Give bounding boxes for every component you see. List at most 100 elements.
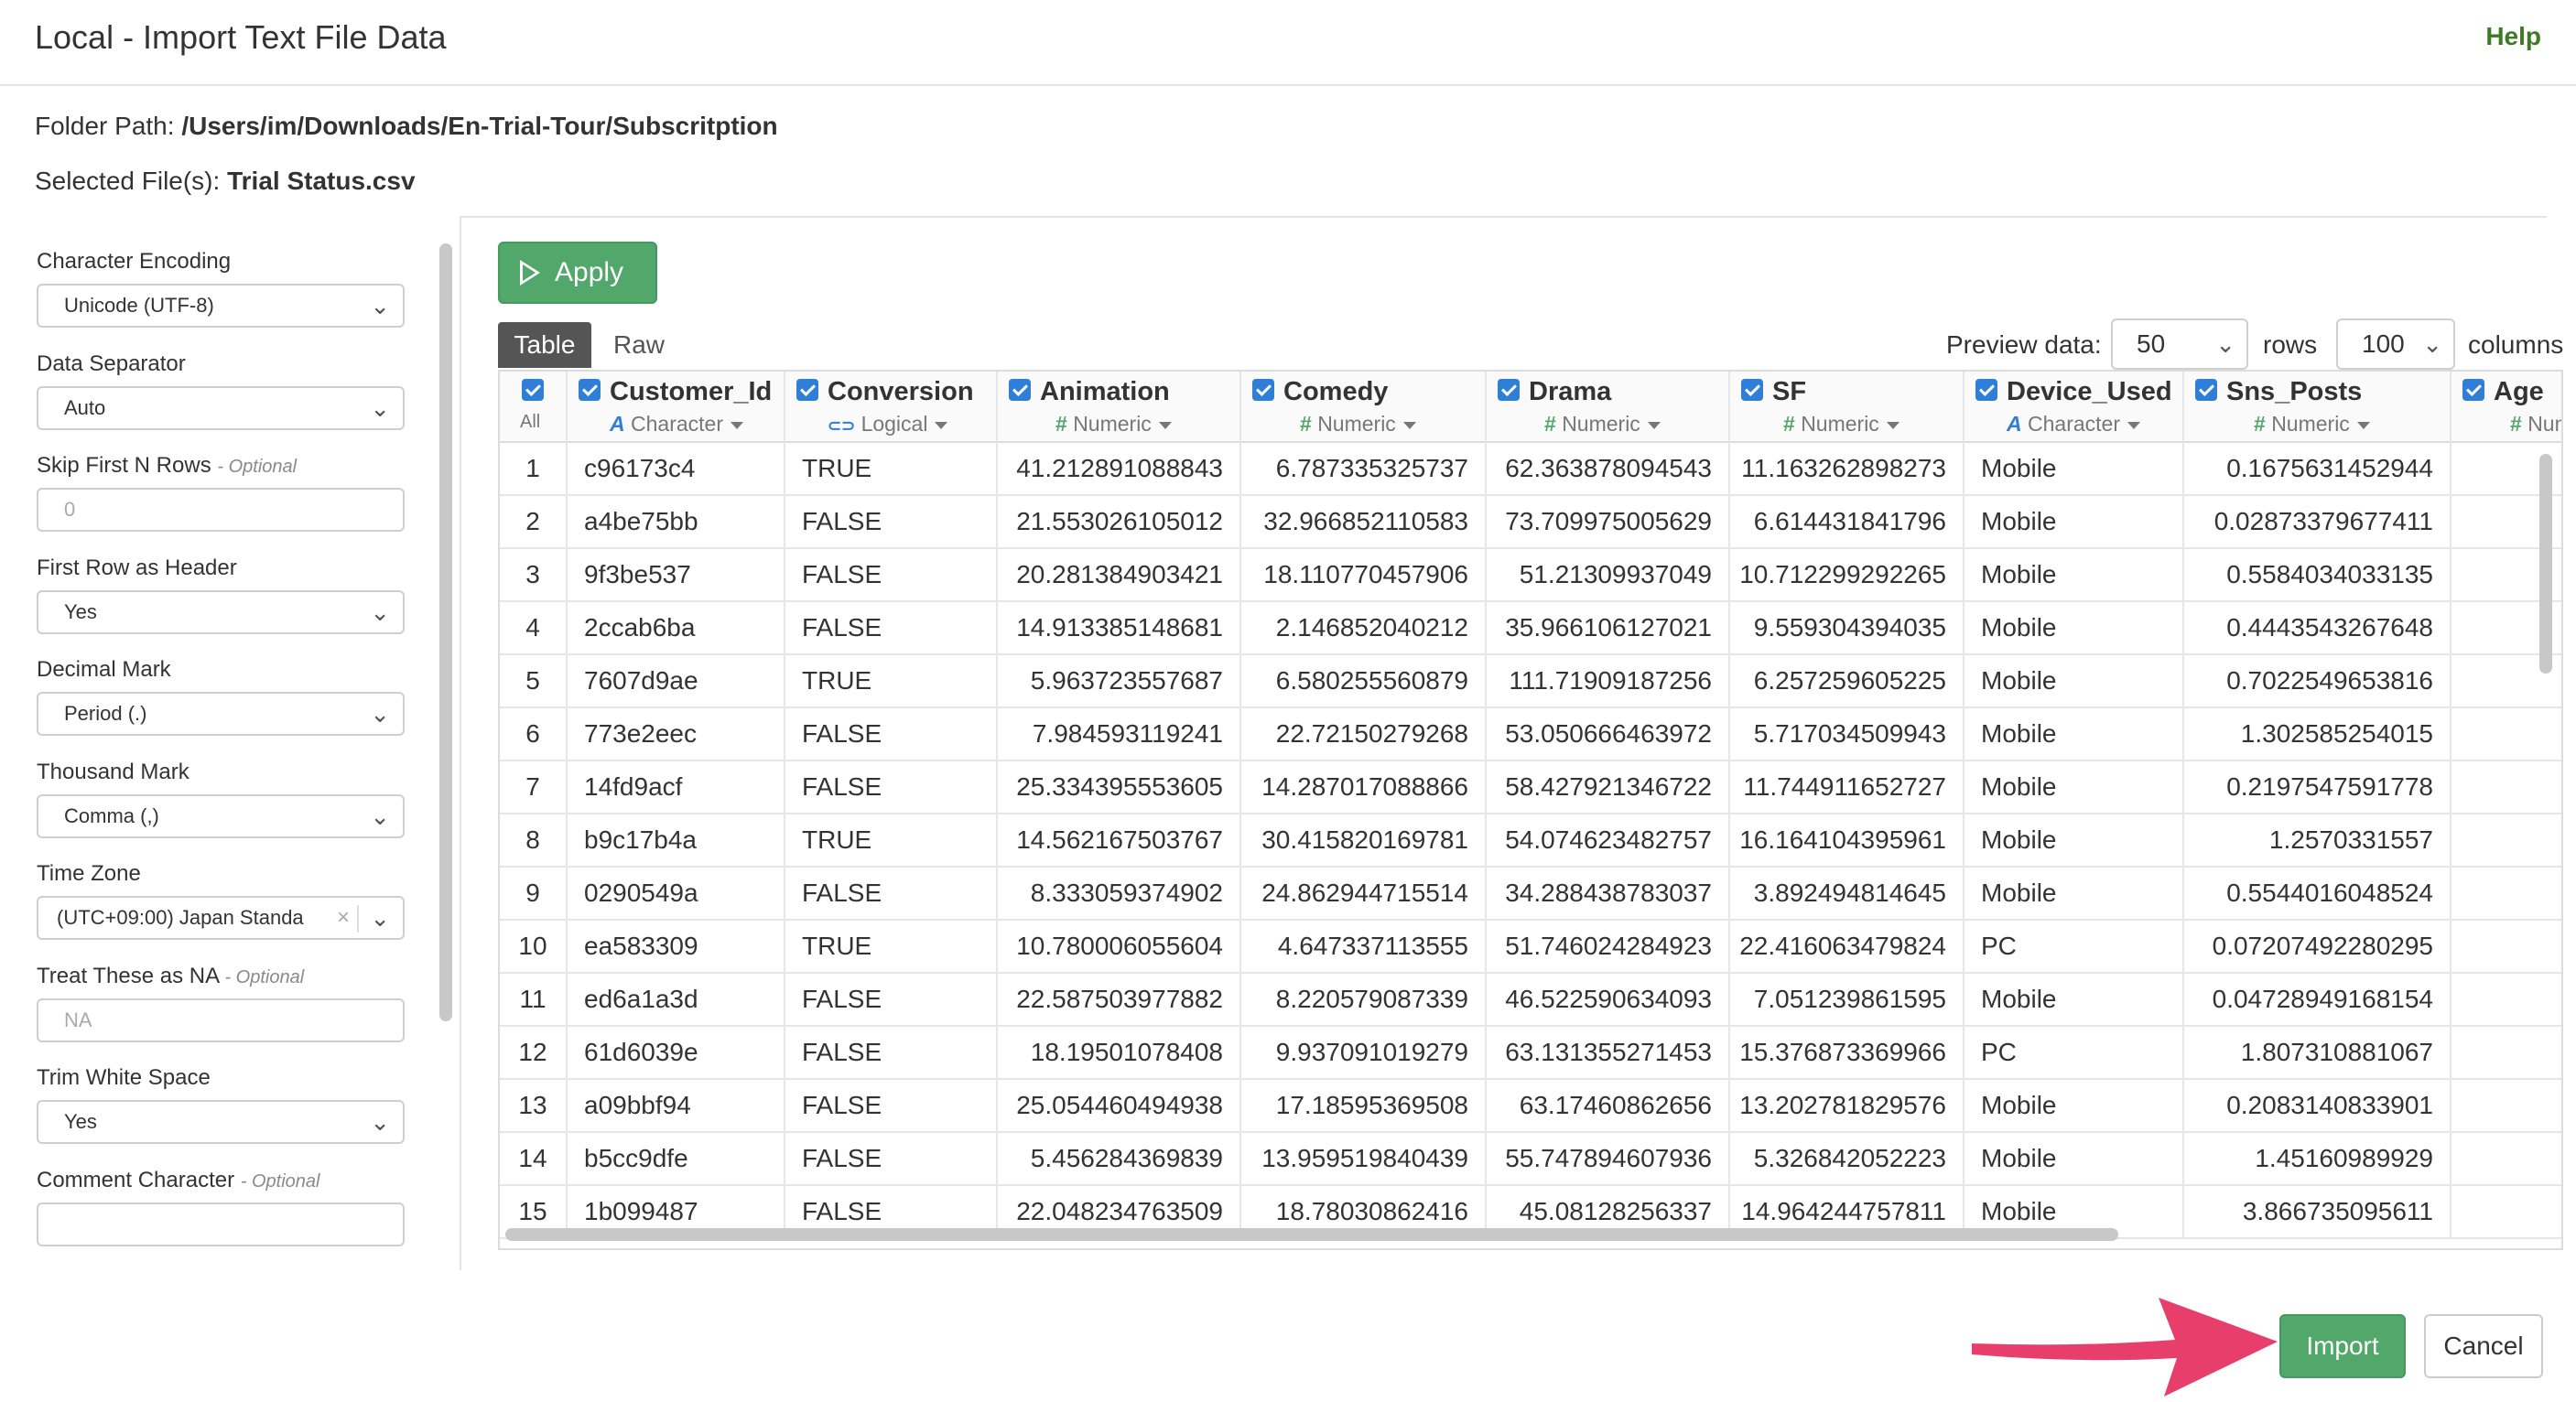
table-cell: TRUE (785, 655, 998, 706)
column-checkbox[interactable] (2462, 379, 2484, 401)
column-type-label: Character (2028, 412, 2120, 436)
table-cell: FALSE (785, 974, 998, 1025)
column-name: Sns_Posts (2226, 377, 2363, 406)
column-type-dropdown[interactable]: # Numeric (1055, 412, 1172, 437)
chevron-down-icon: ⌄ (370, 292, 390, 319)
chevron-down-icon: ⌄ (370, 394, 390, 422)
settings-scrollbar[interactable] (439, 243, 452, 1021)
column-type-dropdown[interactable]: # Numeric (1300, 412, 1416, 437)
help-link[interactable]: Help (2485, 22, 2541, 51)
column-type-dropdown[interactable]: ⊂⊃ Logical (828, 412, 948, 437)
cancel-button[interactable]: Cancel (2424, 1314, 2543, 1378)
column-type-dropdown[interactable]: # Numeric (1783, 412, 1900, 437)
table-cell: 25.334395553605 (998, 761, 1241, 813)
table-cell: 51.746024284923 (1487, 921, 1730, 972)
table-cell: 17.18595369508 (1241, 1080, 1487, 1131)
setting-select[interactable]: Auto ⌄ (37, 385, 405, 430)
column-type-dropdown[interactable]: A Character (610, 412, 743, 437)
setting-label-text: Time Zone (37, 861, 141, 886)
setting-value: Auto (64, 395, 106, 419)
clear-icon[interactable]: × (337, 898, 350, 938)
table-cell: Mobile (1964, 708, 2184, 760)
setting-input[interactable]: 0 (37, 488, 405, 532)
preview-rows-select[interactable]: 50 ⌄ (2111, 318, 2248, 370)
tab-raw[interactable]: Raw (613, 322, 665, 368)
setting-select[interactable]: Period (.) ⌄ (37, 692, 405, 736)
column-header: Sns_Posts # Numeric (2184, 372, 2452, 443)
table-cell: 16.164104395961 (1730, 814, 1964, 866)
column-checkbox[interactable] (579, 379, 601, 401)
table-row: 13 a09bbf94 FALSE 25.054460494938 17.1859536… (500, 1080, 2561, 1133)
select-all-checkbox[interactable] (522, 379, 544, 401)
table-cell: Mobile (1964, 974, 2184, 1025)
folder-path-label: Folder Path: (35, 112, 175, 140)
table-cell: 0.7022549653816 (2184, 655, 2452, 706)
table-cell: 20.281384903421 (998, 549, 1241, 600)
preview-columns-select[interactable]: 100 ⌄ (2336, 318, 2455, 370)
setting-select[interactable]: Yes ⌄ (37, 1100, 405, 1144)
table-row: 1 c96173c4 TRUE 41.212891088843 6.7873353257… (500, 443, 2561, 496)
column-checkbox[interactable] (2195, 379, 2217, 401)
dialog-header: Local - Import Text File Data Help (0, 0, 2576, 86)
column-checkbox[interactable] (1741, 379, 1763, 401)
setting-value: 0 (64, 498, 76, 521)
table-cell: Mobile (1964, 443, 2184, 494)
table-cell: 35.966106127021 (1487, 602, 1730, 653)
setting-label-text: Trim White Space (37, 1065, 211, 1090)
folder-path-value: /Users/im/Downloads/En-Trial-Tour/Subscr… (181, 112, 778, 140)
table-cell: 46.522590634093 (1487, 974, 1730, 1025)
column-type-dropdown[interactable]: # Nume (2510, 412, 2561, 437)
setting-select[interactable]: Comma (,) ⌄ (37, 793, 405, 838)
column-checkbox[interactable] (796, 379, 818, 401)
table-cell: FALSE (785, 1080, 998, 1131)
table-cell: PC (1964, 921, 2184, 972)
row-index: 8 (500, 814, 568, 866)
setting-select[interactable]: (UTC+09:00) Japan Standa × ⌄ (37, 896, 405, 940)
chevron-down-icon: ⌄ (370, 700, 390, 728)
column-header: Conversion ⊂⊃ Logical (785, 372, 998, 443)
table-cell: FALSE (785, 868, 998, 919)
column-header: Comedy # Numeric (1241, 372, 1487, 443)
horizontal-scrollbar[interactable] (505, 1228, 2118, 1241)
table-row: 4 2ccab6ba FALSE 14.913385148681 2.146852040… (500, 602, 2561, 655)
table-cell: TRUE (785, 443, 998, 494)
column-type-dropdown[interactable]: # Numeric (2254, 412, 2370, 437)
caret-down-icon (2356, 421, 2370, 429)
table-cell: 22.587503977882 (998, 974, 1241, 1025)
setting-input[interactable]: NA (37, 998, 405, 1042)
play-icon (520, 260, 540, 286)
setting-select[interactable]: Unicode (UTF-8) ⌄ (37, 284, 405, 328)
numeric-type-icon: # (1544, 412, 1556, 436)
table-cell: 9.937091019279 (1241, 1027, 1487, 1078)
table-cell: 6.787335325737 (1241, 443, 1487, 494)
table-cell: FALSE (785, 602, 998, 653)
numeric-type-icon: # (1055, 412, 1067, 436)
table-cell: 10.780006055604 (998, 921, 1241, 972)
column-checkbox[interactable] (1498, 379, 1520, 401)
rows-label: rows (2263, 330, 2318, 359)
setting-label-text: Thousand Mark (37, 759, 189, 784)
setting-label: Time Zone (37, 861, 141, 887)
table-cell: 1.45160989929 (2184, 1133, 2452, 1184)
table-row: 14 b5cc9dfe FALSE 5.456284369839 13.95951984… (500, 1133, 2561, 1186)
column-checkbox[interactable] (1252, 379, 1274, 401)
setting-select[interactable]: Yes ⌄ (37, 589, 405, 634)
column-type-dropdown[interactable]: A Character (2007, 412, 2140, 437)
column-checkbox[interactable] (1975, 379, 1997, 401)
column-type-dropdown[interactable]: # Numeric (1544, 412, 1661, 437)
table-cell: Mobile (1964, 549, 2184, 600)
table-cell: FALSE (785, 1027, 998, 1078)
setting-value: Comma (,) (64, 803, 159, 827)
table-cell: 14.562167503767 (998, 814, 1241, 866)
column-type-label: Character (631, 412, 723, 436)
setting-input[interactable] (37, 1202, 405, 1246)
apply-button[interactable]: Apply (498, 242, 657, 304)
tab-table[interactable]: Table (498, 322, 591, 368)
column-checkbox[interactable] (1009, 379, 1031, 401)
table-cell: Mobile (1964, 602, 2184, 653)
folder-path: Folder Path: /Users/im/Downloads/En-Tria… (35, 112, 778, 141)
column-header: Device_Used A Character (1964, 372, 2184, 443)
vertical-scrollbar[interactable] (2539, 454, 2552, 674)
table-cell: 0290549a (568, 868, 785, 919)
import-button[interactable]: Import (2279, 1314, 2406, 1378)
